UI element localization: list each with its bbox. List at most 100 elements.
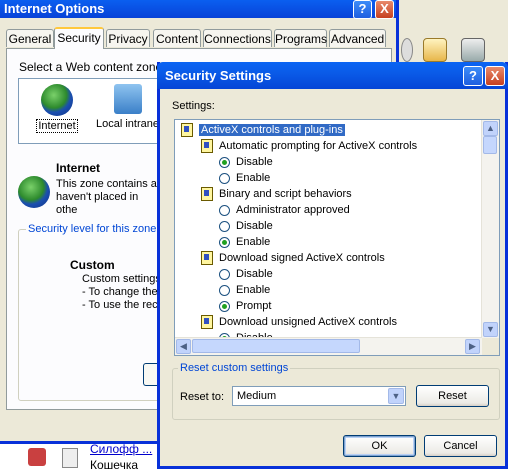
scroll-down-icon[interactable]: ▼ [483,322,498,337]
tree-category-label: ActiveX controls and plug-ins [199,124,345,136]
tree-option[interactable]: Enable [219,170,270,186]
custom-level-description: Custom settings - To change the - To use… [82,273,161,312]
tree-option-label: Administrator approved [236,204,350,216]
tab-privacy[interactable]: Privacy [106,29,150,47]
settings-icon [181,123,193,138]
settings-icon [201,315,213,330]
tree-option-label: Disable [236,220,273,232]
tab-advanced[interactable]: Advanced [329,29,386,47]
print-icon[interactable] [461,38,485,62]
tree-setting-label: Automatic prompting for ActiveX controls [219,140,418,152]
settings-icon [201,187,213,202]
radio-unchecked[interactable] [219,268,230,280]
security-settings-titlebar: Security Settings ? X [157,62,508,89]
zone-local-intranet-label: Local intrane [96,118,159,130]
radio-checked[interactable] [219,156,230,168]
window-title: Internet Options [4,1,105,16]
zone-prompt: Select a Web content zone to [19,60,176,74]
security-settings-dialog: Settings: ActiveX controls and plug-ins … [157,62,508,469]
radio-unchecked[interactable] [219,220,230,232]
zone-local-intranet[interactable]: Local intrane [96,84,166,130]
tree-option[interactable]: Enable [219,234,270,250]
zone-internet[interactable]: Internet [34,84,80,133]
tree-category[interactable]: ActiveX controls and plug-ins [181,122,345,138]
background-text: Кошечка [90,458,139,472]
radio-unchecked[interactable] [219,284,230,296]
globe-icon [41,84,73,116]
tree-setting-label: Binary and script behaviors [219,188,352,200]
cancel-button[interactable]: Cancel [424,435,497,457]
tree-setting[interactable]: Binary and script behaviors [201,186,352,202]
local-intranet-icon [114,84,142,114]
tree-option[interactable]: Enable [219,282,270,298]
settings-icon [201,251,213,266]
tree-option[interactable]: Disable [219,218,273,234]
close-icon[interactable]: X [485,66,505,86]
zone-internet-label: Internet [36,119,78,133]
tree-setting[interactable]: Download signed ActiveX controls [201,250,385,266]
help-icon[interactable]: ? [353,0,372,19]
tree-setting[interactable]: Download unsigned ActiveX controls [201,314,397,330]
scroll-up-icon[interactable]: ▲ [483,121,498,136]
custom-line: - To use the rec [82,299,158,311]
scroll-right-icon[interactable]: ▶ [465,339,480,354]
tree-option-label: Enable [236,284,271,296]
page-image-icon [28,448,46,466]
tree-setting-label: Download signed ActiveX controls [219,252,385,264]
security-level-legend: Security level for this zone [26,223,159,235]
tree-setting[interactable]: Automatic prompting for ActiveX controls [201,138,417,154]
tab-content[interactable]: Content [153,29,201,47]
settings-icon [201,139,213,154]
help-icon[interactable]: ? [463,66,483,86]
tree-option[interactable]: Disable [219,154,273,170]
tree-option-label: Prompt [236,300,272,312]
settings-tree[interactable]: ActiveX controls and plug-ins Automatic … [174,119,500,356]
reset-settings-legend: Reset custom settings [178,362,291,374]
dialog-title: Security Settings [165,68,272,83]
tree-option-label: Disable [236,268,273,280]
reset-to-value: Medium [237,390,277,402]
close-icon[interactable]: X [375,0,394,19]
browser-toolbar [399,0,508,69]
zone-info-text: This zone contains all haven't placed in… [56,178,162,217]
tree-option-label: Disable [236,156,273,168]
horizontal-scroll-thumb[interactable] [192,339,360,353]
zone-info-line: This zone contains all [56,178,162,190]
reset-to-select[interactable]: Medium ▼ [232,386,406,406]
background-link[interactable]: Силофф ... [90,442,152,456]
scroll-corner [482,338,499,355]
zone-info-title: Internet [56,161,101,175]
toolbar-icon[interactable] [401,38,413,62]
custom-line: - To change the [82,286,158,298]
globe-icon [18,176,50,208]
radio-unchecked[interactable] [219,172,230,184]
tree-option-label: Enable [236,236,271,248]
tree-option-label: Enable [236,172,271,184]
tab-general[interactable]: General [6,29,54,47]
reset-to-label: Reset to: [180,391,225,403]
tab-security[interactable]: Security [54,27,104,49]
reset-button[interactable]: Reset [416,385,489,407]
radio-checked[interactable] [219,300,230,312]
radio-unchecked[interactable] [219,204,230,216]
page-doc-icon [62,448,78,468]
radio-checked[interactable] [219,236,230,248]
settings-label: Settings: [172,100,215,112]
custom-level-title: Custom [70,258,115,272]
zone-info-line: haven't placed in othe [56,191,139,216]
scroll-left-icon[interactable]: ◀ [176,339,191,354]
tab-connections[interactable]: Connections [203,29,272,47]
chevron-down-icon[interactable]: ▼ [388,388,404,404]
horizontal-scrollbar[interactable]: ◀ ▶ [175,337,482,355]
internet-options-titlebar: Internet Options ? X [0,0,396,19]
tree-setting-label: Download unsigned ActiveX controls [219,316,397,328]
mail-icon[interactable] [423,38,447,62]
tree-option[interactable]: Administrator approved [219,202,350,218]
vertical-scroll-thumb[interactable] [483,136,497,154]
custom-line: Custom settings [82,273,161,285]
tab-programs[interactable]: Programs [274,29,327,47]
tree-option[interactable]: Prompt [219,298,271,314]
vertical-scrollbar[interactable]: ▲ ▼ [481,120,499,339]
ok-button[interactable]: OK [343,435,416,457]
tree-option[interactable]: Disable [219,266,273,282]
